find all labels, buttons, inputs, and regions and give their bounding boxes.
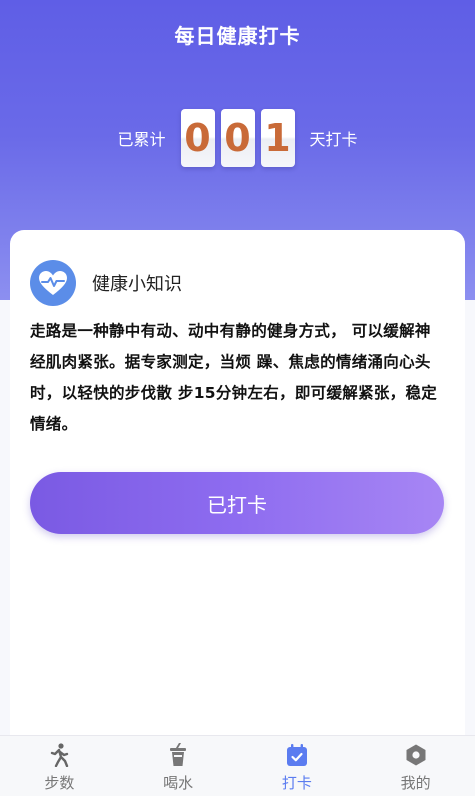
health-tip-card: 健康小知识 走路是一种静中有动、动中有静的健身方式， 可以缓解神经肌肉紧张。据专… bbox=[10, 230, 465, 750]
tip-header: 健康小知识 bbox=[30, 260, 182, 306]
tab-water[interactable]: 喝水 bbox=[119, 736, 238, 796]
streak-digit: 0 bbox=[220, 109, 255, 167]
walking-icon bbox=[46, 742, 72, 768]
tab-steps[interactable]: 步数 bbox=[0, 736, 119, 796]
streak-digit: 1 bbox=[260, 109, 295, 167]
tip-body: 走路是一种静中有动、动中有静的健身方式， 可以缓解神经肌肉紧张。据专家测定，当烦… bbox=[30, 322, 438, 433]
tab-label: 我的 bbox=[400, 774, 431, 792]
streak-suffix: 天打卡 bbox=[309, 130, 358, 149]
tab-checkin[interactable]: 打卡 bbox=[238, 736, 357, 796]
hexagon-settings-icon bbox=[403, 742, 429, 768]
streak-counter: 已累计 0 0 1 天打卡 bbox=[0, 108, 475, 168]
tab-label: 步数 bbox=[44, 774, 75, 792]
cup-icon bbox=[165, 742, 191, 768]
tip-title: 健康小知识 bbox=[92, 274, 182, 295]
heart-pulse-icon bbox=[30, 260, 76, 306]
tab-label: 喝水 bbox=[163, 774, 194, 792]
streak-prefix: 已累计 bbox=[117, 130, 166, 149]
tab-mine[interactable]: 我的 bbox=[356, 736, 475, 796]
calendar-check-icon bbox=[284, 742, 310, 768]
tab-label: 打卡 bbox=[281, 774, 312, 792]
streak-digit: 0 bbox=[180, 109, 215, 167]
checkin-button[interactable]: 已打卡 bbox=[30, 472, 444, 534]
page-title: 每日健康打卡 bbox=[174, 24, 301, 48]
bottom-tabbar: 步数 喝水 打卡 我的 bbox=[0, 735, 475, 796]
